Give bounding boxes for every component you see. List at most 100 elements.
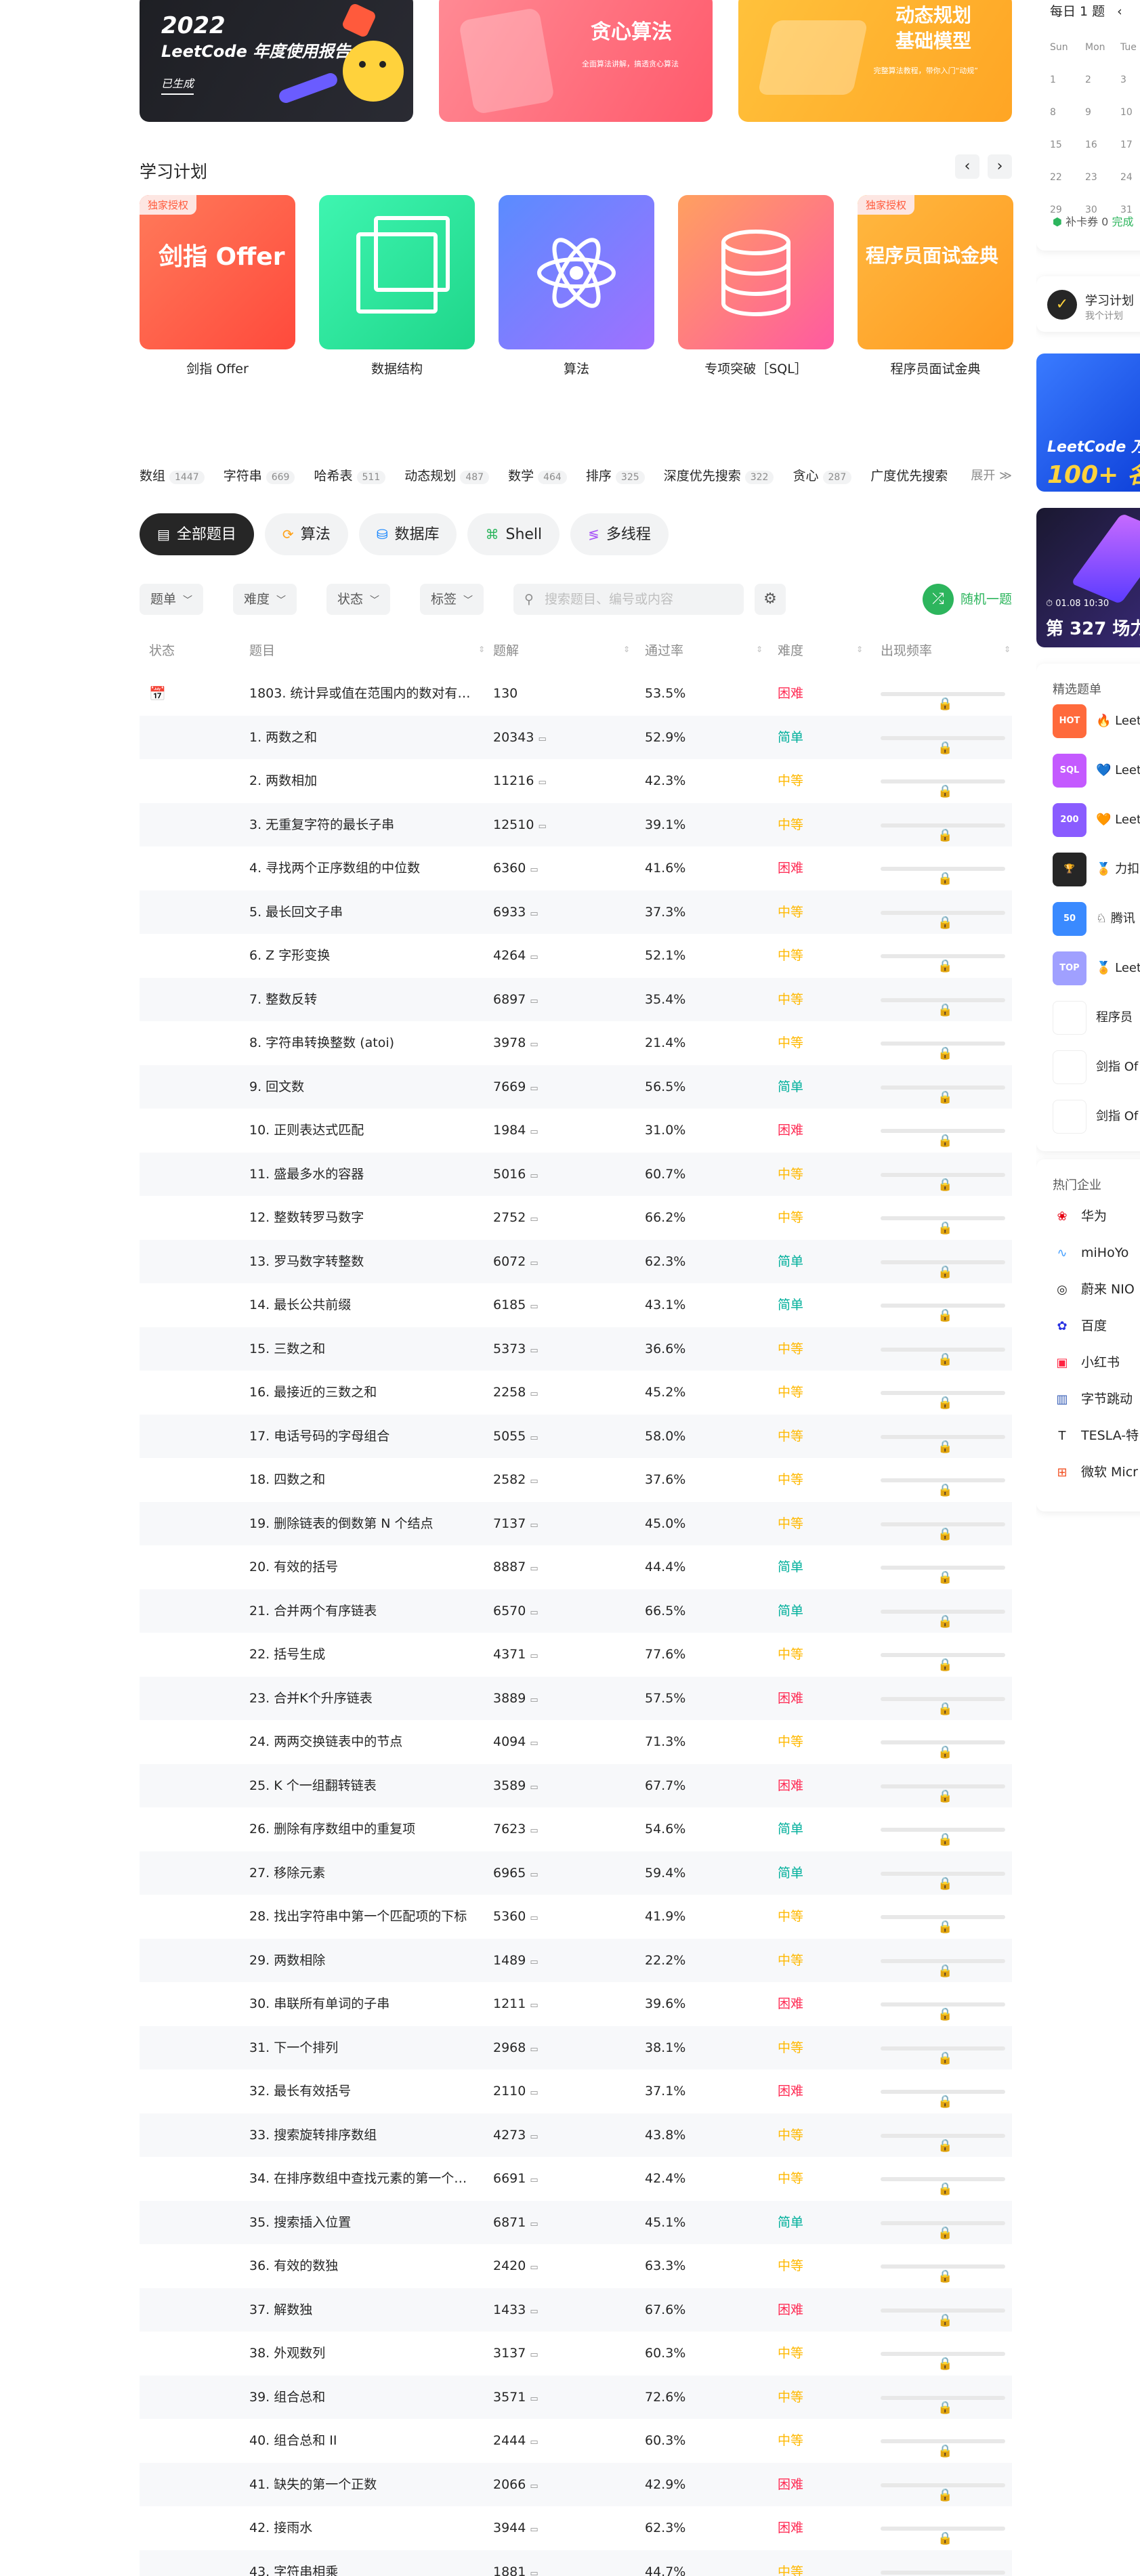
solution-count[interactable]: 2968 ▭ xyxy=(493,2026,539,2072)
banner-generated-link[interactable]: 已生成 xyxy=(161,74,194,95)
table-row[interactable]: 40. 组合总和 II 2444 ▭ 60.3% 中等 🔒 xyxy=(140,2419,1012,2463)
table-row[interactable]: 29. 两数相除 1489 ▭ 22.2% 中等 🔒 xyxy=(140,1938,1012,1982)
frequency-bar[interactable]: 🔒 xyxy=(881,2244,1005,2288)
frequency-bar[interactable]: 🔒 xyxy=(881,846,1005,890)
table-row[interactable]: 33. 搜索旋转排序数组 4273 ▭ 43.8% 中等 🔒 xyxy=(140,2113,1012,2158)
gear-icon[interactable]: ⚙ xyxy=(755,584,786,615)
frequency-bar[interactable]: 🔒 xyxy=(881,2026,1005,2070)
header-frequency[interactable]: 出现频率 xyxy=(881,641,932,659)
table-row[interactable]: 10. 正则表达式匹配 1984 ▭ 31.0% 困难 🔒 xyxy=(140,1109,1012,1153)
solution-count[interactable]: 3889 ▭ xyxy=(493,1677,539,1723)
expand-tags-button[interactable]: 展开 ≫ xyxy=(967,466,1012,484)
table-row[interactable]: 12. 整数转罗马数字 2752 ▭ 66.2% 中等 🔒 xyxy=(140,1196,1012,1240)
my-study-plan[interactable]: ✓ 学习计划 我个计划 xyxy=(1036,276,1140,332)
solution-count[interactable]: 4371 ▭ xyxy=(493,1633,539,1679)
topic-tag[interactable]: 动态规划 487 xyxy=(404,466,490,484)
frequency-bar[interactable]: 🔒 xyxy=(881,2201,1005,2245)
solution-count[interactable]: 6897 ▭ xyxy=(493,978,539,1024)
frequency-bar[interactable]: 🔒 xyxy=(881,1153,1005,1197)
list-filter-dropdown[interactable]: 题单 ﹀ xyxy=(140,584,204,615)
problem-title-link[interactable]: 16. 最接近的三数之和 xyxy=(249,1371,473,1415)
topic-tag[interactable]: 广度优先搜索 xyxy=(870,466,948,484)
problem-title-link[interactable]: 35. 搜索插入位置 xyxy=(249,2201,473,2245)
featured-list-item[interactable]: TOP 🏅 Leet xyxy=(1053,951,1140,985)
solution-count[interactable]: 6933 ▭ xyxy=(493,890,539,937)
topic-tag[interactable]: 字符串 669 xyxy=(224,466,295,484)
table-row[interactable]: 38. 外观数列 3137 ▭ 60.3% 中等 🔒 xyxy=(140,2332,1012,2376)
problem-title-link[interactable]: 6. Z 字形变换 xyxy=(249,934,473,978)
solution-count[interactable]: 7623 ▭ xyxy=(493,1807,539,1853)
solution-count[interactable]: 2258 ▭ xyxy=(493,1371,539,1417)
chevron-right-icon[interactable]: › xyxy=(988,154,1012,179)
solution-count[interactable]: 130 xyxy=(493,672,518,716)
solution-count[interactable]: 5360 ▭ xyxy=(493,1895,539,1941)
tag-filter-dropdown[interactable]: 标签 ﹀ xyxy=(420,584,484,615)
frequency-bar[interactable]: 🔒 xyxy=(881,2506,1005,2550)
study-plan-card[interactable]: 专项突破［SQL］ xyxy=(678,195,834,377)
problem-title-link[interactable]: 32. 最长有效括号 xyxy=(249,2069,473,2113)
problem-title-link[interactable]: 27. 移除元素 xyxy=(249,1851,473,1895)
solution-count[interactable]: 3944 ▭ xyxy=(493,2506,539,2552)
problem-title-link[interactable]: 33. 搜索旋转排序数组 xyxy=(249,2113,473,2158)
tab-database[interactable]: ⛁ 数据库 xyxy=(358,513,457,555)
complete-link[interactable]: 完成 xyxy=(1112,215,1133,228)
problem-title-link[interactable]: 23. 合并K个升序链表 xyxy=(249,1677,473,1721)
table-row[interactable]: 13. 罗马数字转整数 6072 ▭ 62.3% 简单 🔒 xyxy=(140,1239,1012,1283)
table-row[interactable]: 28. 找出字符串中第一个匹配项的下标 5360 ▭ 41.9% 中等 🔒 xyxy=(140,1895,1012,1939)
problem-title-link[interactable]: 20. 有效的括号 xyxy=(249,1545,473,1589)
table-row[interactable]: 32. 最长有效括号 2110 ▭ 37.1% 困难 🔒 xyxy=(140,2069,1012,2113)
sort-icon[interactable]: ⇕ xyxy=(751,641,763,656)
difficulty-filter-dropdown[interactable]: 难度 ﹀ xyxy=(233,584,297,615)
solution-count[interactable]: 2444 ▭ xyxy=(493,2419,539,2465)
company-item[interactable]: ▥ 字节跳动 xyxy=(1053,1386,1133,1413)
table-row[interactable]: 25. K 个一组翻转链表 3589 ▭ 67.7% 困难 🔒 xyxy=(140,1763,1012,1807)
featured-list-item[interactable]: 剑指 Of xyxy=(1053,1100,1138,1134)
study-plan-card[interactable]: 算法 xyxy=(499,195,654,377)
frequency-bar[interactable]: 🔒 xyxy=(881,1458,1005,1502)
calendar-day[interactable]: 3 xyxy=(1120,64,1140,96)
problem-title-link[interactable]: 38. 外观数列 xyxy=(249,2332,473,2376)
problem-title-link[interactable]: 39. 组合总和 xyxy=(249,2376,473,2420)
topic-tag[interactable]: 数学 464 xyxy=(508,466,567,484)
table-row[interactable]: 30. 串联所有单词的子串 1211 ▭ 39.6% 困难 🔒 xyxy=(140,1982,1012,2026)
tab-multithread[interactable]: ≶ 多线程 xyxy=(570,513,669,555)
frequency-bar[interactable]: 🔒 xyxy=(881,759,1005,803)
table-row[interactable]: 23. 合并K个升序链表 3889 ▭ 57.5% 困难 🔒 xyxy=(140,1676,1012,1723)
frequency-bar[interactable]: 🔒 xyxy=(881,978,1005,1022)
company-item[interactable]: T TESLA-特 xyxy=(1053,1422,1139,1449)
problem-title-link[interactable]: 31. 下一个排列 xyxy=(249,2026,473,2070)
sort-icon[interactable]: ⇕ xyxy=(998,641,1011,656)
topic-tag[interactable]: 贪心 287 xyxy=(793,466,852,484)
calendar-day[interactable]: 15 xyxy=(1050,129,1085,161)
frequency-bar[interactable]: 🔒 xyxy=(881,934,1005,978)
problem-title-link[interactable]: 26. 删除有序数组中的重复项 xyxy=(249,1807,473,1851)
frequency-bar[interactable]: 🔒 xyxy=(881,2419,1005,2463)
frequency-bar[interactable]: 🔒 xyxy=(881,1677,1005,1721)
solution-count[interactable]: 6185 ▭ xyxy=(493,1283,539,1329)
study-plan-card[interactable]: 独家授权 剑指 Offer 剑指 Offer xyxy=(140,195,295,377)
random-question-button[interactable]: ⤮ 随机一题 xyxy=(922,584,1012,615)
solution-count[interactable]: 2752 ▭ xyxy=(493,1196,539,1242)
solution-count[interactable]: 7669 ▭ xyxy=(493,1065,539,1111)
problem-title-link[interactable]: 37. 解数独 xyxy=(249,2288,473,2332)
study-plan-card[interactable]: 数据结构 xyxy=(319,195,475,377)
problem-title-link[interactable]: 28. 找出字符串中第一个匹配项的下标 xyxy=(249,1895,473,1939)
frequency-bar[interactable]: 🔒 xyxy=(881,672,1005,716)
frequency-bar[interactable]: 🔒 xyxy=(881,716,1005,760)
chevron-left-icon[interactable]: ‹ xyxy=(955,154,979,179)
table-row[interactable]: 📅 1803. 统计异或值在范围内的数对有多少 130 53.5% 困难 🔒 xyxy=(140,672,1012,716)
problem-title-link[interactable]: 11. 盛最多水的容器 xyxy=(249,1153,473,1197)
frequency-bar[interactable]: 🔒 xyxy=(881,1807,1005,1851)
problem-title-link[interactable]: 9. 回文数 xyxy=(249,1065,473,1109)
problem-title-link[interactable]: 36. 有效的数独 xyxy=(249,2244,473,2288)
status-filter-dropdown[interactable]: 状态 ﹀ xyxy=(326,584,391,615)
frequency-bar[interactable]: 🔒 xyxy=(881,2376,1005,2420)
solution-count[interactable]: 1881 ▭ xyxy=(493,2550,539,2576)
calendar-day[interactable]: 9 xyxy=(1085,96,1120,129)
sort-icon[interactable]: ⇕ xyxy=(851,641,863,656)
frequency-bar[interactable]: 🔒 xyxy=(881,1196,1005,1240)
problem-title-link[interactable]: 7. 整数反转 xyxy=(249,978,473,1022)
solution-count[interactable]: 6871 ▭ xyxy=(493,2201,539,2247)
topic-tag[interactable]: 深度优先搜索 322 xyxy=(664,466,774,484)
featured-list-item[interactable]: 剑指 Of xyxy=(1053,1050,1138,1084)
